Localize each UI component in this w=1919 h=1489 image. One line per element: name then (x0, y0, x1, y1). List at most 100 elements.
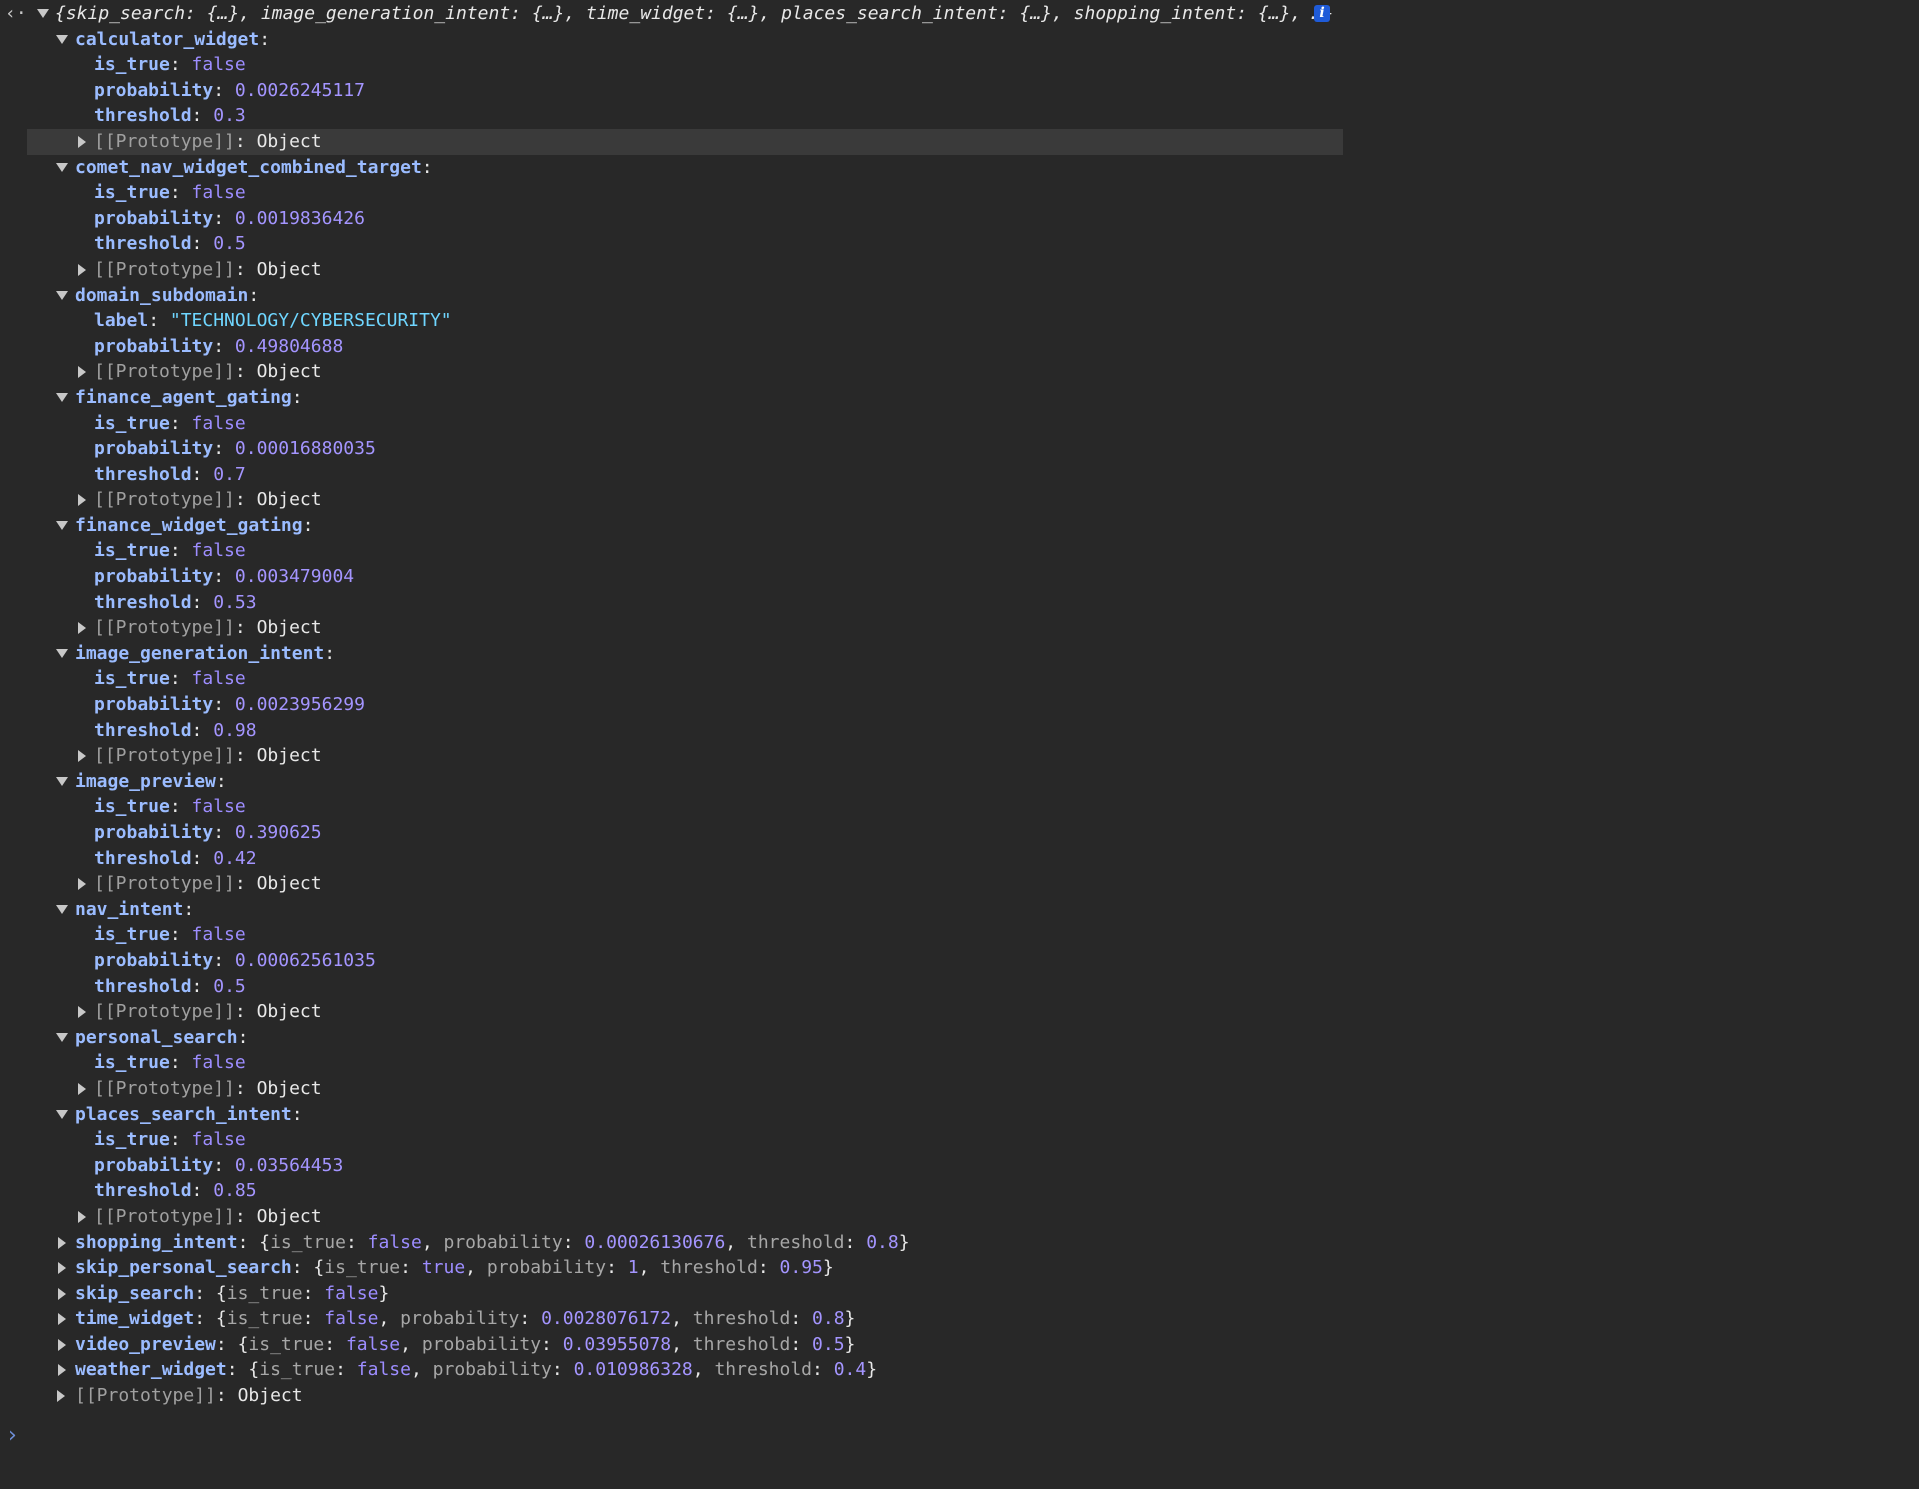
property-value: false (191, 182, 246, 204)
property-row-finance-agent-gating[interactable]: finance_agent_gating: (0, 385, 1919, 411)
property-row-calculator-widget[interactable]: calculator_widget: (0, 27, 1919, 53)
punctuation: : (169, 1052, 192, 1074)
property-key: probability (94, 949, 214, 971)
punctuation: : (551, 1359, 574, 1381)
expand-toggle-icon[interactable] (56, 1032, 68, 1042)
property-value: 0.5 (213, 233, 246, 255)
prototype-row[interactable]: [[Prototype]]: Object (0, 1204, 1919, 1230)
property-key: comet_nav_widget_combined_target (75, 156, 422, 178)
expand-toggle-icon[interactable] (58, 1313, 66, 1326)
property-row-places-search-intent[interactable]: places_search_intent: (0, 1102, 1919, 1128)
prototype-row[interactable]: [[Prototype]]: Object (0, 359, 1919, 385)
expand-toggle-icon[interactable] (58, 1287, 66, 1300)
punctuation: : (291, 1103, 303, 1125)
prototype-value: Object (256, 489, 322, 511)
property-key: is_true (94, 182, 170, 204)
punctuation: : (169, 540, 192, 562)
expand-toggle-icon[interactable] (56, 34, 68, 44)
prototype-entry: [[Prototype]]: Object (75, 1383, 303, 1409)
property-row-comet-nav-widget-combined-target[interactable]: comet_nav_widget_combined_target: (0, 155, 1919, 181)
punctuation: : (324, 1333, 346, 1355)
prototype-row[interactable]: [[Prototype]]: Object (0, 743, 1919, 769)
property-row-finance-widget-gating[interactable]: finance_widget_gating: (0, 513, 1919, 539)
nested-property-entry: probability: 0.003479004 (94, 564, 354, 590)
prototype-row[interactable]: [[Prototype]]: Object (0, 999, 1919, 1025)
nested-property-row: probability: 0.0019836426 (0, 206, 1919, 232)
expand-toggle-icon[interactable] (78, 750, 86, 763)
expand-toggle-icon[interactable] (56, 392, 68, 402)
prototype-row[interactable]: [[Prototype]]: Object (0, 1076, 1919, 1102)
expand-toggle-icon[interactable] (57, 1390, 65, 1403)
expand-toggle-icon[interactable] (58, 1364, 66, 1377)
expand-toggle-icon[interactable] (78, 366, 86, 379)
property-row-skip-personal-search[interactable]: skip_personal_search: {is_true: true, pr… (0, 1255, 1919, 1281)
nested-property-entry: is_true: false (94, 52, 246, 78)
property-row-shopping-intent[interactable]: shopping_intent: {is_true: false, probab… (0, 1230, 1919, 1256)
prototype-row[interactable]: [[Prototype]]: Object (27, 128, 1343, 155)
preview-key: probability (421, 1333, 542, 1355)
info-icon[interactable]: i (1314, 5, 1330, 22)
preview-value: 1 (627, 1257, 639, 1279)
property-key: is_true (94, 924, 170, 946)
prototype-value: Object (256, 1001, 322, 1023)
property-row-personal-search[interactable]: personal_search: (0, 1025, 1919, 1051)
expand-toggle-icon[interactable] (78, 1210, 86, 1223)
expand-toggle-icon[interactable] (78, 494, 86, 507)
property-key: is_true (94, 796, 170, 818)
nested-property-entry: is_true: false (94, 1050, 246, 1076)
console-summary-line[interactable]: ‹· {skip_search: {…}, image_generation_i… (0, 1, 1919, 27)
expand-toggle-icon[interactable] (56, 520, 68, 530)
property-row-time-widget[interactable]: time_widget: {is_true: false, probabilit… (0, 1306, 1919, 1332)
console-prompt-caret[interactable]: › (8, 1423, 17, 1448)
prototype-row[interactable]: [[Prototype]]: Object (0, 615, 1919, 641)
punctuation: : (191, 975, 214, 997)
expand-toggle-icon[interactable] (56, 290, 68, 300)
prototype-entry: [[Prototype]]: Object (94, 871, 322, 897)
prototype-key: [[Prototype]] (94, 361, 235, 383)
nested-property-row: probability: 0.0023956299 (0, 692, 1919, 718)
nested-property-entry: is_true: false (94, 180, 246, 206)
punctuation: : (234, 1205, 257, 1227)
object-summary[interactable]: {skip_search: {…}, image_generation_inte… (55, 1, 1334, 27)
root-prototype-row[interactable]: [[Prototype]]: Object (0, 1383, 1919, 1409)
prototype-value: Object (256, 1205, 322, 1227)
expand-toggle-icon[interactable] (56, 648, 68, 658)
preview-key: is_true (248, 1333, 325, 1355)
property-row-image-preview[interactable]: image_preview: (0, 769, 1919, 795)
expand-toggle-icon[interactable] (56, 776, 68, 786)
property-key: weather_widget (75, 1359, 227, 1381)
nested-property-row: is_true: false (0, 180, 1919, 206)
property-key: finance_widget_gating (75, 514, 303, 536)
property-row-weather-widget[interactable]: weather_widget: {is_true: false, probabi… (0, 1357, 1919, 1383)
expand-toggle-icon[interactable] (78, 622, 86, 635)
prototype-entry: [[Prototype]]: Object (94, 1204, 322, 1230)
nested-property-row: threshold: 0.53 (0, 590, 1919, 616)
expand-toggle-icon[interactable] (78, 263, 86, 276)
punctuation: : (237, 1026, 249, 1048)
expand-toggle-icon[interactable] (58, 1262, 66, 1275)
property-value: false (191, 1129, 246, 1151)
punctuation: : (757, 1257, 780, 1279)
property-row-video-preview[interactable]: video_preview: {is_true: false, probabil… (0, 1332, 1919, 1358)
expand-toggle-icon[interactable] (78, 1006, 86, 1019)
property-row-skip-search[interactable]: skip_search: {is_true: false} (0, 1281, 1919, 1307)
punctuation: : (519, 1308, 542, 1330)
property-row-image-generation-intent[interactable]: image_generation_intent: (0, 641, 1919, 667)
prototype-row[interactable]: [[Prototype]]: Object (0, 487, 1919, 513)
prototype-row[interactable]: [[Prototype]]: Object (0, 871, 1919, 897)
expand-toggle-icon[interactable] (78, 135, 86, 148)
expand-toggle-icon[interactable] (78, 878, 86, 891)
property-row-nav-intent[interactable]: nav_intent: (0, 897, 1919, 923)
expand-toggle-icon[interactable] (58, 1338, 66, 1351)
punctuation: : (234, 745, 257, 767)
property-key: threshold (94, 975, 192, 997)
expand-toggle-icon[interactable] (37, 9, 49, 18)
expand-toggle-icon[interactable] (58, 1236, 66, 1249)
expand-toggle-icon[interactable] (56, 904, 68, 914)
expand-toggle-icon[interactable] (78, 1082, 86, 1095)
expand-toggle-icon[interactable] (56, 162, 68, 172)
expand-toggle-icon[interactable] (56, 1109, 68, 1119)
property-entry: shopping_intent: {is_true: false, probab… (75, 1230, 910, 1256)
property-row-domain-subdomain[interactable]: domain_subdomain: (0, 283, 1919, 309)
prototype-row[interactable]: [[Prototype]]: Object (0, 257, 1919, 283)
